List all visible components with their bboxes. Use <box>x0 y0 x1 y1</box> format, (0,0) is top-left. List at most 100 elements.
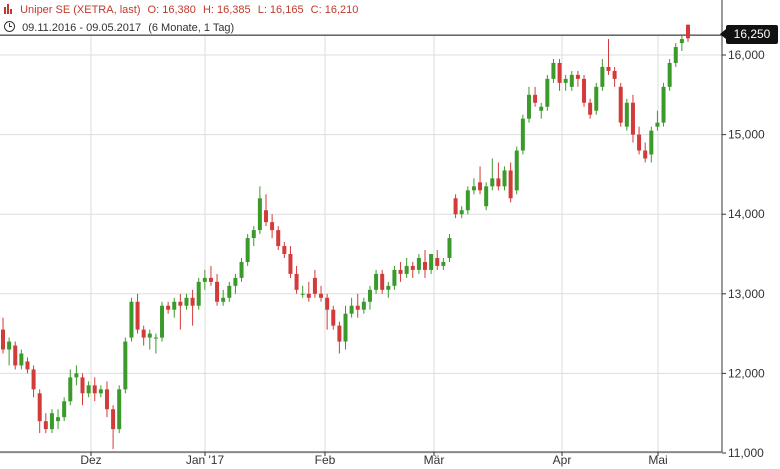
x-tick-label: Dez <box>80 453 101 467</box>
candle-body <box>575 74 580 79</box>
candle-body <box>184 297 189 306</box>
candle-body <box>484 186 489 207</box>
candle-body <box>447 238 452 258</box>
candle-body <box>141 329 146 338</box>
candle-body <box>343 313 348 342</box>
candle-body <box>245 238 250 262</box>
candle-body <box>208 277 213 282</box>
y-tick-label: 15,000 <box>728 128 765 142</box>
candle-body <box>49 413 54 430</box>
candle-body <box>429 254 434 270</box>
y-tick-label: 12,000 <box>728 366 765 380</box>
candle-body <box>74 373 79 378</box>
candle-body <box>490 178 495 187</box>
candle-body <box>233 277 238 286</box>
x-tick-label: Apr <box>553 453 572 467</box>
candle-body <box>582 78 587 103</box>
candle-body <box>423 261 428 270</box>
date-range: 09.11.2016 - 09.05.2017 <box>22 22 142 34</box>
candle-body <box>624 102 629 127</box>
clock-icon <box>4 21 15 32</box>
candle-body <box>202 277 207 282</box>
low-value: L: 16,165 <box>257 4 304 16</box>
candle-body <box>7 341 12 350</box>
candle-body <box>386 285 391 290</box>
candle-body <box>294 273 299 290</box>
candle-body <box>111 409 116 430</box>
candle-body <box>416 257 421 270</box>
candle-body <box>588 102 593 115</box>
chart-range: 09.11.2016 - 09.05.2017 (6 Monate, 1 Tag… <box>4 21 238 34</box>
y-tick-label: 16,000 <box>728 48 765 62</box>
candle-body <box>563 78 568 83</box>
candle-body <box>319 293 324 298</box>
candle-body <box>410 265 415 270</box>
candle-body <box>514 150 519 191</box>
candle-body <box>398 269 403 274</box>
y-tick-label: 14,000 <box>728 207 765 221</box>
candle-body <box>215 281 220 302</box>
candle-body <box>453 198 458 215</box>
candle-body <box>312 277 317 294</box>
candle-body <box>239 261 244 278</box>
candle-body <box>25 361 30 370</box>
period-label: (6 Monate, 1 Tag) <box>148 22 235 34</box>
candle-body <box>502 170 507 187</box>
open-value: O: 16,380 <box>147 4 196 16</box>
candle-body <box>380 273 385 290</box>
x-tick-label: Mär <box>424 453 445 467</box>
candle-body <box>300 293 305 295</box>
candle-body <box>630 102 635 135</box>
candle-body <box>637 134 642 151</box>
candle-body <box>129 301 134 338</box>
candle-body <box>551 62 556 79</box>
candle-body <box>435 257 440 266</box>
chart-header: Uniper SE (XETRA, last) O: 16,380 H: 16,… <box>4 4 362 16</box>
candle-body <box>196 281 201 306</box>
candlestick-icon <box>4 4 13 14</box>
candle-body <box>98 389 103 394</box>
candle-body <box>190 297 195 306</box>
candle-body <box>520 118 525 151</box>
candle-body <box>331 309 336 326</box>
candle-body <box>37 393 42 422</box>
candle-body <box>557 62 562 83</box>
instrument-title: Uniper SE (XETRA, last) <box>20 4 141 16</box>
candle-body <box>649 130 654 155</box>
candle-body <box>178 301 183 306</box>
candle-body <box>361 301 366 310</box>
candle-body <box>508 170 513 199</box>
candle-body <box>1 329 5 350</box>
candle-body <box>251 230 256 239</box>
candle-body <box>594 86 599 111</box>
candle-body <box>227 285 232 298</box>
candle-body <box>533 94 538 103</box>
last-price-badge: 16,250 <box>720 25 778 44</box>
candle-body <box>172 301 177 310</box>
candle-body <box>606 66 611 71</box>
candle-body <box>325 297 330 310</box>
candle-body <box>288 254 293 274</box>
candle-body <box>441 261 446 266</box>
candle-body <box>263 210 268 223</box>
candle-body <box>667 62 672 87</box>
candle-body <box>56 417 61 422</box>
candle-body <box>526 94 531 119</box>
candle-body <box>80 377 85 394</box>
candle-body <box>282 246 287 254</box>
candle-body <box>686 24 690 39</box>
candle-body <box>367 289 372 302</box>
candle-body <box>355 305 360 310</box>
candle-body <box>679 39 684 44</box>
y-tick-label: 11,000 <box>728 446 764 460</box>
candle-body <box>135 301 140 330</box>
x-tick-label: Feb <box>315 453 336 467</box>
candle-body <box>465 190 470 211</box>
x-tick-label: Mai <box>648 453 667 467</box>
candle-body <box>661 86 666 123</box>
candle-body <box>600 66 605 87</box>
candle-body <box>612 70 617 79</box>
candle-body <box>160 305 165 338</box>
candle-body <box>655 122 660 127</box>
candle-body <box>471 186 476 191</box>
